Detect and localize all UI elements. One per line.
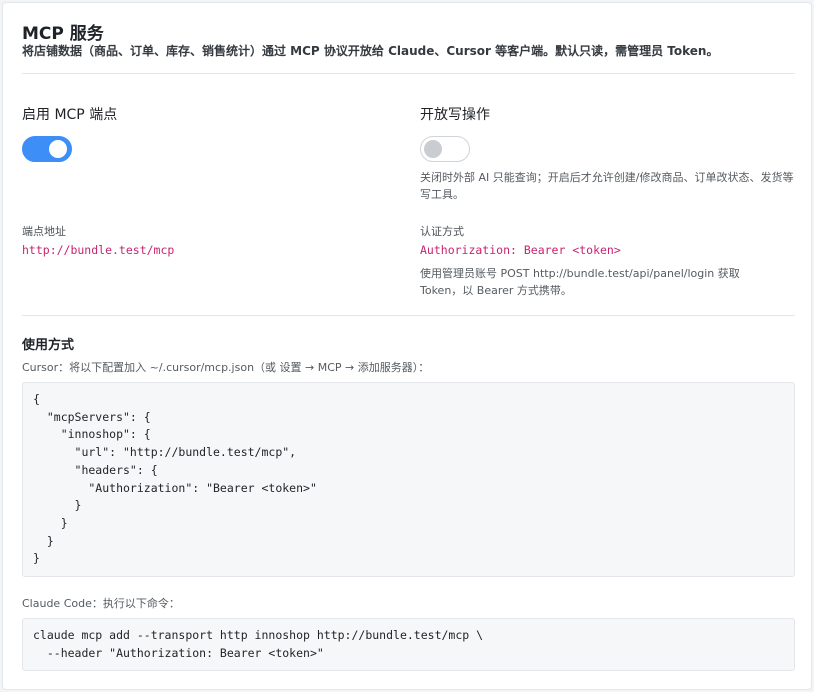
claude-code-caption: Claude Code：执行以下命令： — [22, 597, 180, 610]
usage-heading: 使用方式 — [22, 338, 75, 353]
endpoint-address-label: 端点地址 — [22, 225, 66, 238]
divider — [22, 73, 795, 74]
claude-code-command[interactable]: claude mcp add --transport http innoshop… — [22, 618, 795, 671]
toggle-knob — [49, 140, 67, 158]
cursor-config-code[interactable]: { "mcpServers": { "innoshop": { "url": "… — [22, 382, 795, 577]
cursor-caption: Cursor：将以下配置加入 ~/.cursor/mcp.json（或 设置 →… — [22, 361, 430, 374]
auth-method-value: Authorization: Bearer <token> — [420, 243, 621, 257]
write-ops-label: 开放写操作 — [420, 107, 490, 123]
auth-method-label: 认证方式 — [420, 225, 464, 238]
mcp-settings-card: MCP 服务 将店铺数据（商品、订单、库存、销售统计）通过 MCP 协议开放给 … — [2, 2, 812, 690]
write-ops-help: 关闭时外部 AI 只能查询；开启后才允许创建/修改商品、订单改状态、发货等写工具… — [420, 171, 794, 201]
write-ops-toggle[interactable] — [420, 136, 470, 162]
auth-help: 使用管理员账号 POST http://bundle.test/api/pane… — [420, 267, 740, 297]
page-subtitle: 将店铺数据（商品、订单、库存、销售统计）通过 MCP 协议开放给 Claude、… — [22, 44, 719, 58]
toggle-knob — [424, 140, 442, 158]
divider — [22, 315, 795, 316]
enable-endpoint-toggle[interactable] — [22, 136, 72, 162]
enable-endpoint-label: 启用 MCP 端点 — [22, 107, 118, 123]
endpoint-address-value: http://bundle.test/mcp — [22, 243, 175, 257]
page-title: MCP 服务 — [22, 24, 104, 44]
